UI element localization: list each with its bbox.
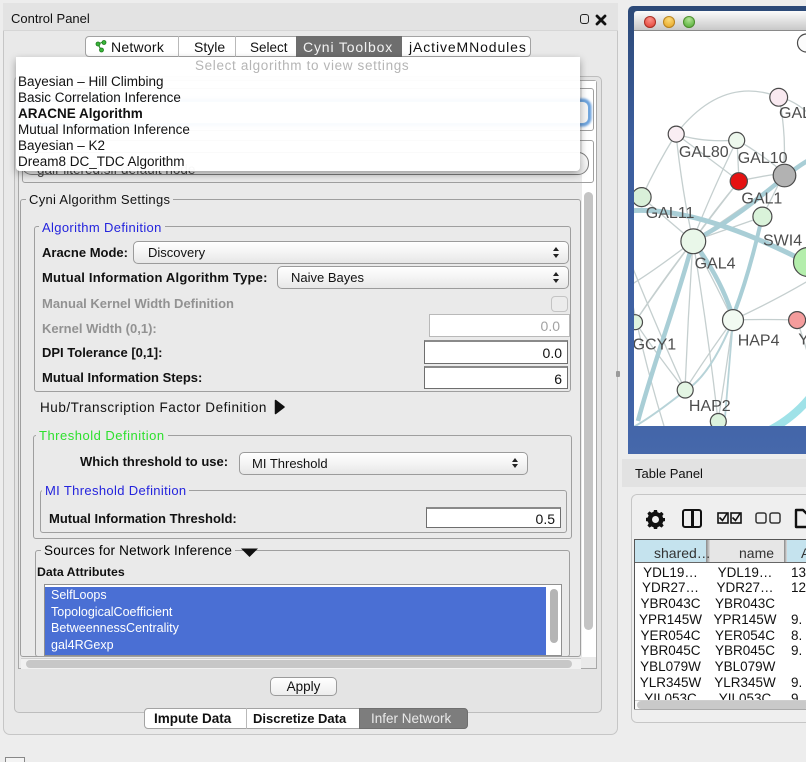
svg-text:GAL1: GAL1 <box>741 190 782 207</box>
svg-text:GAL80: GAL80 <box>679 144 729 161</box>
svg-text:GAL10: GAL10 <box>738 150 788 167</box>
svg-text:HAP4: HAP4 <box>738 332 780 349</box>
svg-text:SWI4: SWI4 <box>763 233 802 250</box>
svg-text:GCY1: GCY1 <box>634 337 676 354</box>
svg-text:GAL2: GAL2 <box>779 105 806 122</box>
svg-text:Y: Y <box>798 331 806 348</box>
svg-text:GAL11: GAL11 <box>646 205 695 222</box>
svg-text:HAP2: HAP2 <box>689 398 731 415</box>
svg-text:GAL4: GAL4 <box>695 256 736 273</box>
